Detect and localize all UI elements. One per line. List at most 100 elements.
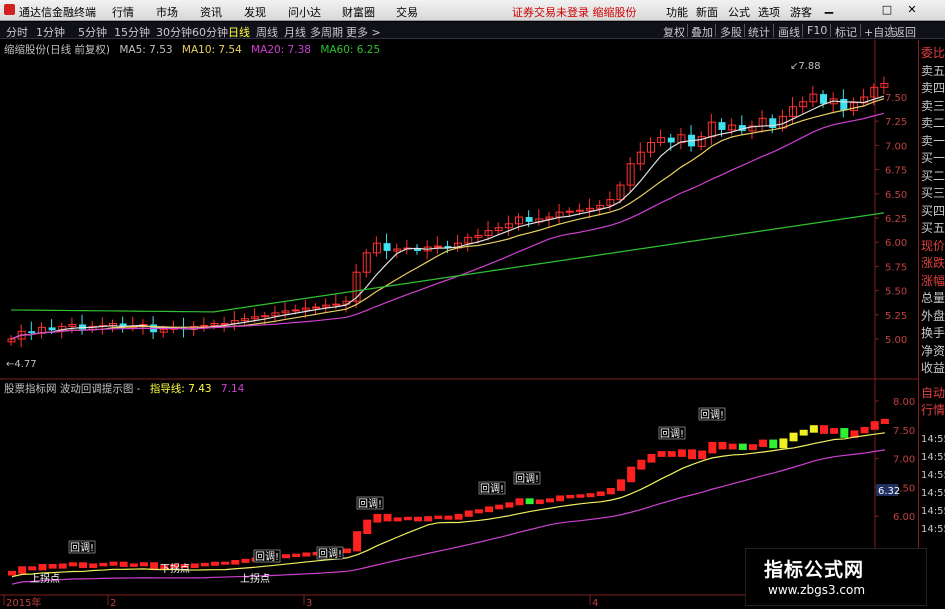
candle-body-up [240, 318, 249, 322]
time-tick-label: 4 [592, 598, 598, 609]
indicator-tick-label: 8.00 [893, 397, 915, 408]
pullback-badge [68, 540, 96, 554]
candle-body-up [423, 246, 432, 252]
candle-body-down [738, 125, 746, 131]
candle-body-up [251, 316, 260, 320]
divider [744, 24, 745, 37]
pullback-label: 回调! [480, 483, 504, 495]
candle-body-up [109, 323, 117, 326]
indicator-bar [139, 562, 148, 567]
candle-body-up [271, 312, 280, 317]
candle-body-up [504, 223, 513, 229]
pullback-label: 回调! [358, 498, 382, 510]
menu-faxian[interactable]: 发现 [244, 4, 266, 20]
candle-body-up [606, 199, 615, 206]
menu-zixun[interactable]: 资讯 [200, 4, 222, 20]
indicator-bar [221, 561, 230, 565]
quote-field-label: 现价 [921, 238, 945, 253]
indicator-bar [119, 561, 128, 567]
candle-body-down [667, 137, 675, 143]
candle-body-down [525, 217, 533, 222]
close-icon[interactable]: ✕ [905, 3, 919, 17]
tab-30min[interactable]: 30分钟 [156, 24, 192, 40]
candle-body-down [718, 122, 726, 130]
indicator-bar [373, 513, 382, 523]
indicator-bar [160, 565, 169, 570]
btn-diejia[interactable]: 叠加 [691, 24, 713, 40]
tab-monthly[interactable]: 月线 [284, 24, 306, 40]
tab-weekly[interactable]: 周线 [256, 24, 278, 40]
candle-body-up [372, 242, 381, 254]
candle-body-down [688, 134, 696, 147]
tab-multi-period[interactable]: 多周期 [310, 24, 343, 40]
candle-body-up [748, 125, 757, 132]
pullback-label: 回调! [70, 542, 94, 554]
btn-biaoji[interactable]: 标记 [835, 24, 857, 40]
indicator-bar [606, 487, 615, 495]
candle-body-up [494, 227, 503, 232]
candle-body-up [697, 136, 706, 147]
pullback-badge [316, 546, 344, 560]
maximize-icon[interactable]: □ [880, 3, 894, 17]
trade-login-warning[interactable]: 证券交易未登录 缩缩股份 [512, 4, 637, 20]
divider [715, 24, 716, 37]
divider [687, 24, 688, 37]
tab-more[interactable]: 更多 > [346, 24, 381, 40]
btn-f10[interactable]: F10 [807, 24, 827, 37]
indicator-bar [403, 516, 412, 521]
indicator-bar [840, 428, 849, 438]
ma60-line [10, 212, 884, 313]
indicator-bar [789, 432, 798, 442]
menu-hangqing[interactable]: 行情 [112, 4, 134, 20]
candle-body-up [230, 320, 239, 325]
indicator-bar [556, 495, 565, 502]
btn-fuquan[interactable]: 复权 [663, 24, 685, 40]
menu-xinmian[interactable]: 新面 [696, 4, 718, 20]
indicator-bar [657, 451, 666, 457]
indicator-bar [880, 418, 889, 425]
btn-fanhui[interactable]: 返回 [894, 24, 916, 40]
quote-field-label: 买二 [921, 168, 945, 183]
menu-caifuquan[interactable]: 财富圈 [342, 4, 375, 20]
tab-1min[interactable]: 1分钟 [36, 24, 65, 40]
ma5-label: MA5: 7.53 [119, 44, 173, 56]
indicator-bar [312, 551, 321, 556]
tab-daily[interactable]: 日线 [228, 24, 250, 40]
indicator-bar [860, 426, 869, 434]
menu-wenxiaoda[interactable]: 问小达 [288, 4, 321, 20]
menu-jiaoyi[interactable]: 交易 [396, 4, 418, 20]
indicator-bar [180, 564, 189, 569]
indicator-bar [211, 561, 219, 566]
tab-60min[interactable]: 60分钟 [192, 24, 228, 40]
auto-quote-label[interactable]: 行情 [921, 403, 945, 417]
indicator-bar [79, 562, 88, 569]
btn-duogu[interactable]: 多股 [720, 24, 742, 40]
indicator-bar [8, 570, 16, 576]
quote-field-label: 买五 [921, 221, 945, 235]
tab-fenshi[interactable]: 分时 [6, 24, 28, 40]
quote-field-label: 卖四 [921, 81, 945, 95]
btn-huaxian[interactable]: 画线 [778, 24, 800, 40]
indicator-bar [495, 504, 504, 510]
auto-quote-label[interactable]: 自动 [921, 386, 945, 400]
quote-field-label: 总量 [921, 291, 945, 305]
tab-15min[interactable]: 15分钟 [114, 24, 150, 40]
menu-xuanxiang[interactable]: 选项 [758, 4, 780, 20]
candle-body-up [728, 124, 737, 131]
candle-body-up [545, 216, 554, 220]
menu-gongneng[interactable]: 功能 [666, 4, 688, 20]
guest-label[interactable]: 游客 [790, 4, 812, 20]
candle-body-up [68, 323, 77, 327]
candle-body-up [210, 323, 219, 326]
indicator-bar [830, 428, 839, 434]
indicator-bar [728, 443, 737, 450]
indicator-bar [769, 439, 778, 449]
tab-5min[interactable]: 5分钟 [78, 24, 107, 40]
candle-body-up [129, 325, 138, 328]
minimize-icon[interactable]: ▁ [822, 1, 836, 15]
btn-tongji[interactable]: 统计 [748, 24, 770, 40]
menu-shichang[interactable]: 市场 [156, 4, 178, 20]
tick-time: 14:55 [921, 506, 945, 517]
quote-field-label: 涨跌 [921, 256, 945, 270]
menu-gongshi[interactable]: 公式 [728, 4, 750, 20]
